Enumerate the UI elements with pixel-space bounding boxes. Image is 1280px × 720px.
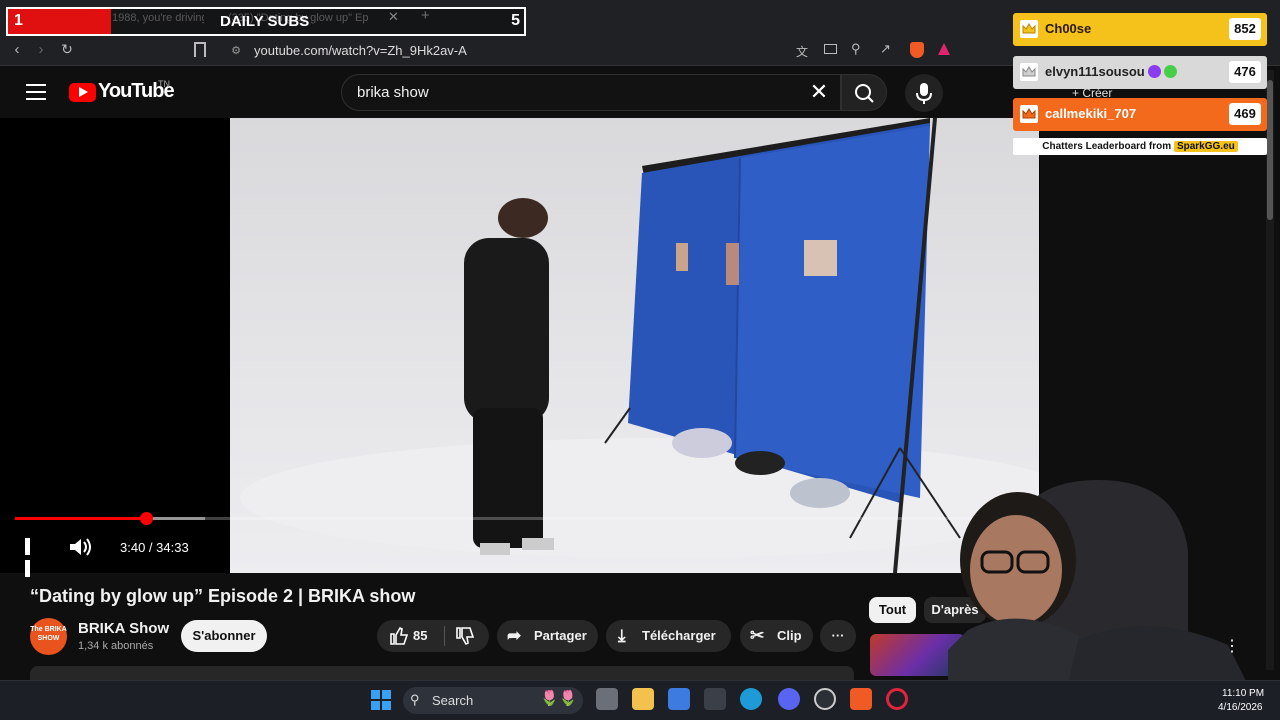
leaderboard-score: 469 <box>1229 103 1261 125</box>
share-icon: ➦ <box>507 626 522 645</box>
thumbs-down-icon <box>456 627 475 646</box>
scrollbar-thumb[interactable] <box>1267 80 1273 220</box>
leaderboard-name: Ch00se <box>1045 21 1092 36</box>
daily-subs-overlay: 1 DAILY SUBS 5 <box>6 7 526 36</box>
chip-all[interactable]: Tout <box>869 597 916 623</box>
share-label: Partager <box>534 628 587 643</box>
crown-icon <box>1020 20 1038 38</box>
progress-played <box>15 517 146 520</box>
zoom-icon[interactable]: ⚲ <box>851 41 861 57</box>
share-page-icon[interactable]: ↗ <box>880 41 891 57</box>
country-code: TN <box>158 79 170 89</box>
like-button[interactable] <box>387 620 409 664</box>
windows-start-icon[interactable] <box>371 690 391 710</box>
menu-icon[interactable] <box>26 84 46 100</box>
leaderboard-score: 852 <box>1229 18 1261 40</box>
volume-icon[interactable] <box>68 536 94 558</box>
task-view-icon[interactable] <box>596 688 618 710</box>
daily-subs-start: 1 <box>14 12 23 29</box>
clock-date[interactable]: 4/16/2026 <box>1218 702 1263 713</box>
brave-icon[interactable] <box>850 688 872 710</box>
search-button[interactable] <box>841 74 887 111</box>
download-label: Télécharger <box>642 628 716 643</box>
discord-icon[interactable] <box>778 688 800 710</box>
file-explorer-icon[interactable] <box>632 688 654 710</box>
app-icon[interactable] <box>704 688 726 710</box>
cast-icon[interactable] <box>824 44 837 54</box>
clear-search-icon[interactable]: ✕ <box>806 79 832 105</box>
bookmark-icon[interactable] <box>194 42 206 57</box>
obs-icon[interactable] <box>814 688 836 710</box>
channel-subscriber-count: 1,34 k abonnés <box>78 640 154 652</box>
clip-button[interactable]: ✂ Clip <box>740 620 813 652</box>
play-logo-icon <box>79 87 88 97</box>
search-icon <box>855 84 874 103</box>
video-scene <box>240 118 1039 573</box>
dislike-button[interactable] <box>453 620 475 664</box>
clock-time[interactable]: 11:10 PM <box>1222 688 1264 699</box>
more-actions-button[interactable]: ··· <box>820 620 856 652</box>
brave-rewards-icon[interactable] <box>938 43 950 55</box>
search-input[interactable] <box>357 81 797 103</box>
download-icon: ⤓ <box>618 626 626 645</box>
leaderboard-row: Ch00se 852 <box>1013 13 1267 46</box>
badge-icon <box>1163 65 1177 78</box>
channel-name[interactable]: BRIKA Show <box>78 620 169 637</box>
badge-icon <box>1147 65 1161 78</box>
daily-subs-progress-fill <box>8 9 111 34</box>
microphone-icon <box>916 83 932 104</box>
like-divider <box>444 626 445 646</box>
progress-scrubber-handle[interactable] <box>140 512 153 525</box>
scissors-icon: ✂ <box>750 626 765 645</box>
like-count: 85 <box>413 628 428 643</box>
daily-subs-title: DAILY SUBS <box>220 13 310 30</box>
brave-shield-icon[interactable] <box>910 42 924 58</box>
leaderboard-footer: Chatters Leaderboard from SparkGG.eu <box>1013 138 1267 155</box>
url-field[interactable]: youtube.com/watch?v=Zh_9Hk2av-A <box>220 40 960 62</box>
back-icon[interactable]: ‹ <box>7 41 27 58</box>
voice-search-button[interactable] <box>905 74 943 112</box>
share-button[interactable]: ➦ Partager <box>497 620 598 652</box>
translate-icon[interactable]: 文 <box>796 43 808 60</box>
opera-icon[interactable] <box>886 688 908 710</box>
leaderboard-row: callmekiki_707 469 <box>1013 98 1267 131</box>
taskbar-search-icon: ⚲ <box>410 692 420 707</box>
subscribe-button[interactable]: S'abonner <box>181 620 267 652</box>
forward-icon[interactable]: › <box>31 41 51 58</box>
like-dislike-group: 85 <box>377 620 489 652</box>
webcam-overlay <box>948 460 1248 685</box>
leaderboard-brand: SparkGG.eu <box>1173 141 1238 152</box>
reload-icon[interactable]: ↻ <box>57 41 77 58</box>
channel-avatar[interactable]: The BRIKA SHOW <box>30 618 67 655</box>
daily-subs-goal: 5 <box>511 12 520 29</box>
leaderboard-name: elvyn111sousou <box>1045 64 1177 79</box>
leaderboard-score: 476 <box>1229 61 1261 83</box>
time-display: 3:40 / 34:33 <box>120 540 189 555</box>
more-vert-icon[interactable]: ⋮ <box>1224 636 1240 656</box>
clip-label: Clip <box>777 628 802 643</box>
leaderboard-name: callmekiki_707 <box>1045 106 1137 121</box>
pause-icon[interactable] <box>25 538 41 577</box>
taskbar-search-label: Search <box>432 693 474 708</box>
thumbs-up-icon <box>390 626 409 645</box>
crown-icon <box>1020 105 1038 123</box>
video-title: “Dating by glow up” Episode 2 | BRIKA sh… <box>30 586 416 606</box>
store-icon[interactable] <box>668 688 690 710</box>
video-frame[interactable] <box>230 118 1039 573</box>
edge-icon[interactable] <box>740 688 762 710</box>
crown-icon <box>1020 63 1038 81</box>
tulips-icon: 🌷🌷 <box>540 690 578 707</box>
download-button[interactable]: ⤓ Télécharger <box>606 620 731 652</box>
leaderboard-row: elvyn111sousou 476 <box>1013 56 1267 89</box>
